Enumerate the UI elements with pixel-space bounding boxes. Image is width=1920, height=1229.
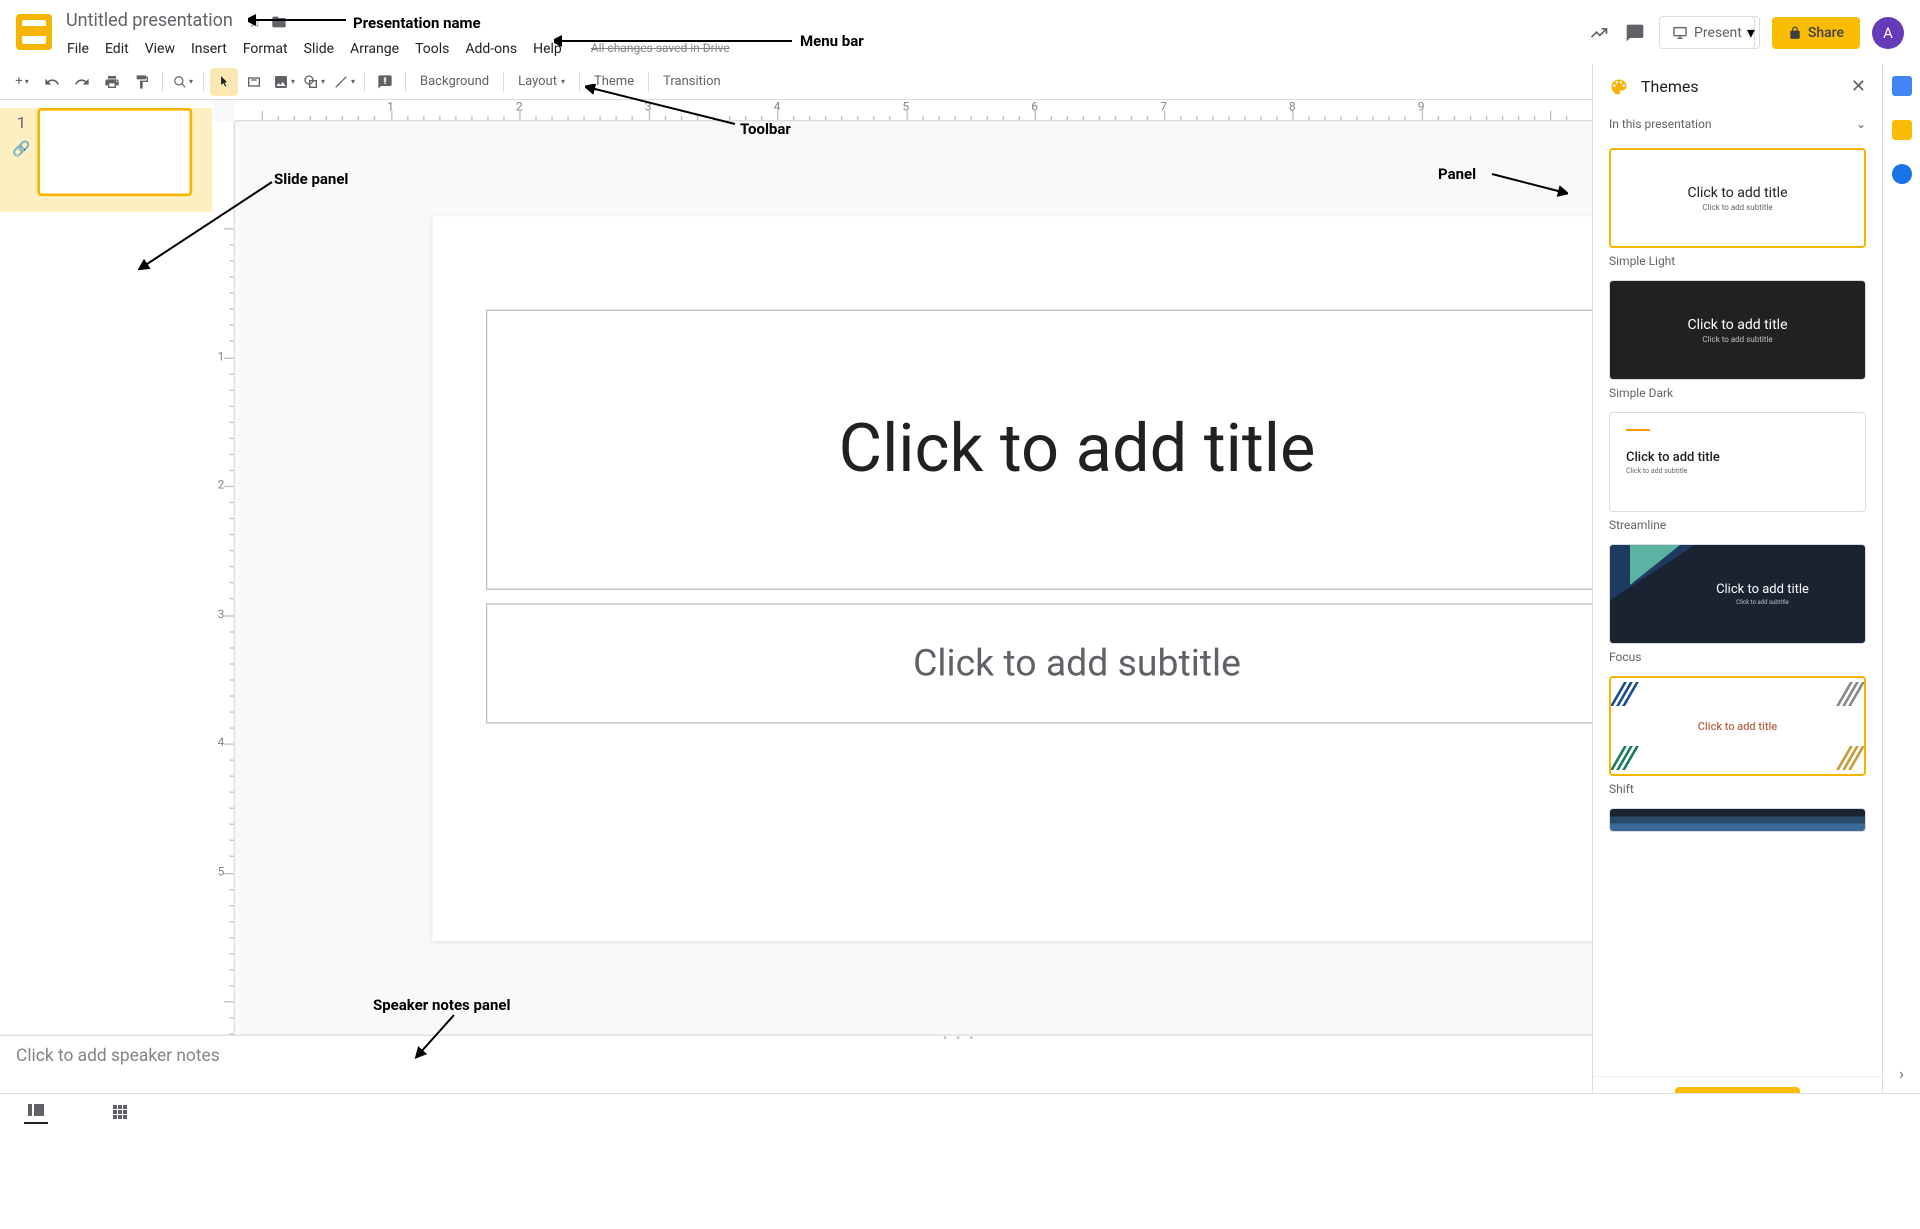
menu-slide[interactable]: Slide: [297, 37, 341, 61]
slide-thumbnail-1[interactable]: 1 🔗: [0, 108, 212, 212]
slide-panel: 1 🔗: [0, 100, 214, 1035]
separator: [579, 72, 580, 92]
logo-area: [8, 8, 60, 50]
close-icon[interactable]: ✕: [1851, 76, 1866, 97]
separator: [203, 72, 204, 92]
keep-icon[interactable]: [1892, 120, 1912, 140]
share-label: Share: [1808, 25, 1844, 41]
slide-thumb-preview: [37, 108, 192, 196]
account-avatar[interactable]: A: [1872, 17, 1904, 49]
vertical-ruler: 12345: [214, 121, 235, 1034]
textbox-button[interactable]: [240, 68, 268, 96]
notes-resize-handle[interactable]: • • •: [943, 1032, 977, 1047]
paint-format-button[interactable]: [128, 68, 156, 96]
separator: [364, 72, 365, 92]
doc-status-icons: ☆: [247, 14, 287, 30]
theme-streamline[interactable]: Click to add titleClick to add subtitleS…: [1609, 412, 1866, 532]
calendar-icon[interactable]: [1892, 76, 1912, 96]
filmstrip-view-icon[interactable]: [24, 1100, 48, 1124]
comment-button[interactable]: [371, 68, 399, 96]
theme-name-label: Streamline: [1609, 518, 1866, 532]
star-icon[interactable]: ☆: [247, 14, 263, 30]
select-tool-button[interactable]: [210, 68, 238, 96]
header: Untitled presentation ☆ File Edit View I…: [0, 0, 1920, 64]
theme-simple-light[interactable]: Click to add titleClick to add subtitleS…: [1609, 148, 1866, 268]
background-button[interactable]: Background: [412, 68, 497, 96]
undo-button[interactable]: [38, 68, 66, 96]
themes-panel: Themes ✕ In this presentation ⌄ Click to…: [1592, 64, 1882, 1129]
menu-tools[interactable]: Tools: [408, 37, 456, 61]
image-button[interactable]: ▾: [270, 68, 298, 96]
present-button[interactable]: Present: [1659, 16, 1755, 49]
shape-button[interactable]: ▾: [300, 68, 328, 96]
chevron-down-icon: ⌄: [1856, 117, 1866, 131]
transition-button[interactable]: Transition: [655, 68, 729, 96]
right-sidebar: ›: [1882, 64, 1920, 1093]
slide-number: 1: [17, 113, 26, 132]
chevron-right-icon[interactable]: ›: [1899, 1064, 1904, 1083]
separator: [405, 72, 406, 92]
thumb-meta: 1 🔗: [5, 108, 37, 196]
print-button[interactable]: [98, 68, 126, 96]
notes-placeholder: Click to add speaker notes: [16, 1047, 220, 1067]
slide[interactable]: Click to add title Click to add subtitle: [433, 215, 1721, 940]
presentation-name[interactable]: Untitled presentation: [60, 8, 239, 33]
redo-button[interactable]: [68, 68, 96, 96]
theme-simple-dark[interactable]: Click to add titleClick to add subtitleS…: [1609, 280, 1866, 400]
theme-name-label: Shift: [1609, 782, 1866, 796]
themes-title: Themes: [1641, 77, 1839, 96]
menu-insert[interactable]: Insert: [184, 37, 234, 61]
title-placeholder[interactable]: Click to add title: [486, 309, 1667, 589]
slides-logo-icon[interactable]: [16, 14, 52, 50]
themes-filter[interactable]: In this presentation ⌄: [1593, 109, 1882, 140]
comments-icon[interactable]: [1623, 21, 1647, 45]
present-dropdown[interactable]: ▾: [1743, 16, 1760, 49]
folder-icon[interactable]: [271, 14, 287, 30]
themes-header: Themes ✕: [1593, 64, 1882, 109]
menu-edit[interactable]: Edit: [98, 37, 136, 61]
layout-button[interactable]: Layout▾: [510, 68, 573, 96]
theme-button[interactable]: Theme: [586, 68, 642, 96]
menu-format[interactable]: Format: [236, 37, 295, 61]
zoom-button[interactable]: ▾: [169, 68, 197, 96]
line-button[interactable]: ▾: [330, 68, 358, 96]
separator: [162, 72, 163, 92]
present-label: Present: [1694, 25, 1742, 41]
menu-arrange[interactable]: Arrange: [343, 37, 406, 61]
share-button[interactable]: Share: [1772, 17, 1860, 49]
subtitle-placeholder[interactable]: Click to add subtitle: [486, 603, 1667, 723]
separator: [503, 72, 504, 92]
menu-addons[interactable]: Add-ons: [458, 37, 524, 61]
activity-icon[interactable]: [1587, 21, 1611, 45]
palette-icon: [1609, 77, 1629, 97]
grid-view-icon[interactable]: [108, 1100, 132, 1124]
header-right: Present ▾ Share A: [1587, 16, 1904, 49]
theme-momentum[interactable]: [1609, 808, 1866, 832]
link-icon: 🔗: [12, 140, 30, 157]
theme-name-label: Simple Dark: [1609, 386, 1866, 400]
theme-focus[interactable]: Click to add titleClick to add subtitleF…: [1609, 544, 1866, 664]
menu-view[interactable]: View: [138, 37, 182, 61]
theme-shift[interactable]: Click to add titleShift: [1609, 676, 1866, 796]
separator: [648, 72, 649, 92]
new-slide-button[interactable]: +▾: [8, 68, 36, 96]
menu-help[interactable]: Help: [526, 37, 569, 61]
theme-name-label: Focus: [1609, 650, 1866, 664]
tasks-icon[interactable]: [1892, 164, 1912, 184]
bottom-bar: [0, 1093, 1920, 1129]
theme-name-label: Simple Light: [1609, 254, 1866, 268]
save-status: All changes saved in Drive: [587, 37, 734, 61]
menu-file[interactable]: File: [60, 37, 96, 61]
themes-list: Click to add titleClick to add subtitleS…: [1593, 140, 1882, 1129]
